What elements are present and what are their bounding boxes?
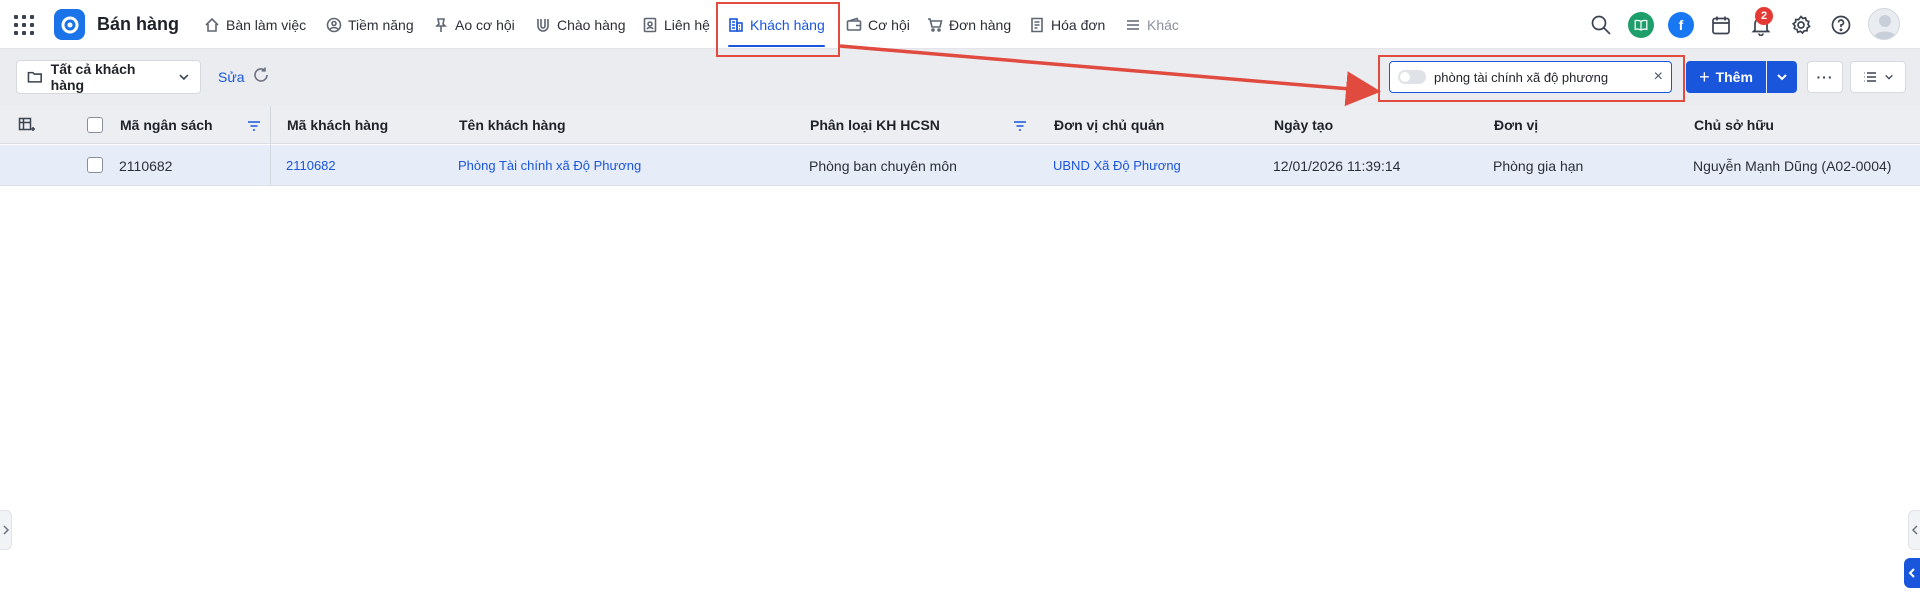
chevron-down-icon bbox=[1885, 74, 1893, 80]
table-row[interactable]: 2110682 2110682 Phòng Tài chính xã Độ Ph… bbox=[0, 145, 1920, 186]
refresh-icon[interactable] bbox=[252, 66, 272, 86]
column-header-ma-khach-hang[interactable]: Mã khách hàng bbox=[287, 106, 388, 144]
contact-icon bbox=[643, 17, 657, 32]
search-toggle-switch[interactable] bbox=[1398, 70, 1426, 84]
nav-item-hoa-don[interactable]: Hóa đơn bbox=[1029, 0, 1105, 49]
nav-item-tiem-nang[interactable]: Tiềm năng bbox=[326, 0, 414, 49]
active-tab-underline bbox=[728, 45, 825, 47]
nav-item-co-hoi[interactable]: Cơ hội bbox=[846, 0, 910, 49]
plus-icon: + bbox=[1699, 67, 1710, 87]
right-panel-toggle[interactable] bbox=[1908, 510, 1920, 550]
filter-icon[interactable] bbox=[247, 119, 261, 131]
cell-ma-khach-hang-link[interactable]: 2110682 bbox=[286, 145, 336, 186]
right-panel-tab[interactable] bbox=[1904, 558, 1920, 588]
column-header-ten-khach-hang[interactable]: Tên khách hàng bbox=[459, 106, 566, 144]
cell-don-vi: Phòng gia hạn bbox=[1493, 157, 1584, 174]
view-selector-label: Tất cả khách hàng bbox=[50, 61, 136, 93]
nav-item-label: Liên hệ bbox=[664, 16, 710, 33]
cart-icon bbox=[928, 17, 943, 32]
nav-item-label: Chào hàng bbox=[557, 16, 626, 33]
nav-item-label: Khách hàng bbox=[750, 16, 825, 33]
chevron-left-icon bbox=[1908, 568, 1915, 578]
left-panel-toggle[interactable] bbox=[0, 510, 12, 550]
add-button-label: Thêm bbox=[1715, 69, 1753, 85]
settings-gear-icon[interactable] bbox=[1788, 12, 1814, 38]
chevron-right-icon bbox=[2, 525, 9, 535]
nav-item-ao-co-hoi[interactable]: Ao cơ hội bbox=[433, 0, 515, 49]
user-avatar[interactable] bbox=[1868, 8, 1900, 40]
pin-icon bbox=[435, 17, 447, 32]
column-settings-icon[interactable] bbox=[18, 117, 35, 134]
nav-item-label: Ao cơ hội bbox=[455, 16, 515, 33]
clear-search-icon[interactable]: × bbox=[1654, 69, 1663, 85]
nav-item-label: Cơ hội bbox=[868, 16, 910, 33]
cell-don-vi-chu-quan-link[interactable]: UBND Xã Độ Phương bbox=[1053, 145, 1181, 186]
app-title: Bán hàng bbox=[97, 14, 180, 34]
chevron-down-icon bbox=[179, 74, 189, 81]
nav-item-label: Khác bbox=[1147, 16, 1179, 33]
nav-item-label: Tiềm năng bbox=[348, 16, 414, 33]
nav-item-chao-hang[interactable]: Chào hàng bbox=[535, 0, 626, 49]
cell-phan-loai: Phòng ban chuyên môn bbox=[809, 157, 957, 174]
app-launcher-icon[interactable] bbox=[14, 15, 34, 35]
search-icon[interactable] bbox=[1588, 12, 1614, 38]
column-header-don-vi-chu-quan[interactable]: Đơn vị chủ quản bbox=[1054, 106, 1164, 144]
column-header-ma-ngan-sach[interactable]: Mã ngân sách bbox=[120, 106, 213, 144]
cell-ngay-tao: 12/01/2026 11:39:14 bbox=[1273, 157, 1401, 174]
list-toolbar: Tất cả khách hàng Sửa × + Thêm ··· bbox=[0, 49, 1920, 106]
magnet-icon bbox=[537, 18, 549, 32]
building-icon bbox=[729, 17, 743, 32]
nav-item-don-hang[interactable]: Đơn hàng bbox=[927, 0, 1011, 49]
column-header-don-vi[interactable]: Đơn vị bbox=[1494, 106, 1538, 144]
list-icon bbox=[1864, 72, 1876, 82]
edit-view-link[interactable]: Sửa bbox=[218, 69, 245, 85]
view-selector-dropdown[interactable]: Tất cả khách hàng bbox=[16, 60, 201, 94]
nav-item-label: Bàn làm việc bbox=[226, 16, 307, 33]
chevron-down-icon bbox=[1777, 74, 1787, 81]
cell-ten-khach-hang-link[interactable]: Phòng Tài chính xã Độ Phương bbox=[458, 145, 641, 186]
search-input[interactable] bbox=[1434, 69, 1644, 85]
cell-chu-so-huu: Nguyễn Mạnh Dũng (A02-0004) bbox=[1693, 157, 1892, 174]
app-logo-icon bbox=[54, 9, 85, 40]
home-icon bbox=[205, 17, 219, 32]
user-circle-icon bbox=[326, 17, 342, 32]
facebook-icon[interactable]: f bbox=[1668, 12, 1694, 38]
view-mode-button[interactable] bbox=[1850, 61, 1906, 93]
nav-item-label: Hóa đơn bbox=[1051, 16, 1106, 33]
search-field[interactable]: × bbox=[1389, 61, 1672, 93]
book-icon[interactable] bbox=[1628, 12, 1654, 38]
nav-item-khac[interactable]: Khác bbox=[1125, 0, 1179, 49]
notification-badge: 2 bbox=[1755, 7, 1773, 25]
row-checkbox[interactable] bbox=[87, 157, 103, 173]
folder-icon bbox=[27, 71, 42, 83]
add-options-dropdown-button[interactable] bbox=[1767, 61, 1797, 93]
nav-item-ban-lam-viec[interactable]: Bàn làm việc bbox=[204, 0, 306, 49]
column-header-phan-loai-kh-hcsn[interactable]: Phân loại KH HCSN bbox=[810, 106, 940, 144]
help-icon[interactable] bbox=[1828, 12, 1854, 38]
top-navigation-bar: Bán hàng Bàn làm việc Tiềm năng Ao cơ hộ… bbox=[0, 0, 1920, 49]
wallet-icon bbox=[846, 17, 862, 31]
invoice-icon bbox=[1031, 17, 1043, 32]
frozen-column-divider bbox=[270, 106, 271, 186]
nav-item-khach-hang[interactable]: Khách hàng bbox=[728, 0, 825, 49]
column-header-chu-so-huu[interactable]: Chủ sở hữu bbox=[1694, 106, 1774, 144]
cell-ma-ngan-sach: 2110682 bbox=[119, 157, 173, 174]
column-header-ngay-tao[interactable]: Ngày tạo bbox=[1274, 106, 1333, 144]
select-all-checkbox[interactable] bbox=[87, 117, 103, 133]
nav-item-lien-he[interactable]: Liên hệ bbox=[642, 0, 710, 49]
menu-icon bbox=[1127, 19, 1139, 30]
add-button[interactable]: + Thêm bbox=[1686, 61, 1766, 93]
filter-icon[interactable] bbox=[1013, 119, 1027, 131]
calendar-icon[interactable] bbox=[1708, 12, 1734, 38]
table-header: Mã ngân sách Mã khách hàng Tên khách hàn… bbox=[0, 106, 1920, 144]
chevron-left-icon bbox=[1911, 525, 1918, 535]
nav-item-label: Đơn hàng bbox=[949, 16, 1012, 33]
more-options-button[interactable]: ··· bbox=[1807, 61, 1843, 93]
